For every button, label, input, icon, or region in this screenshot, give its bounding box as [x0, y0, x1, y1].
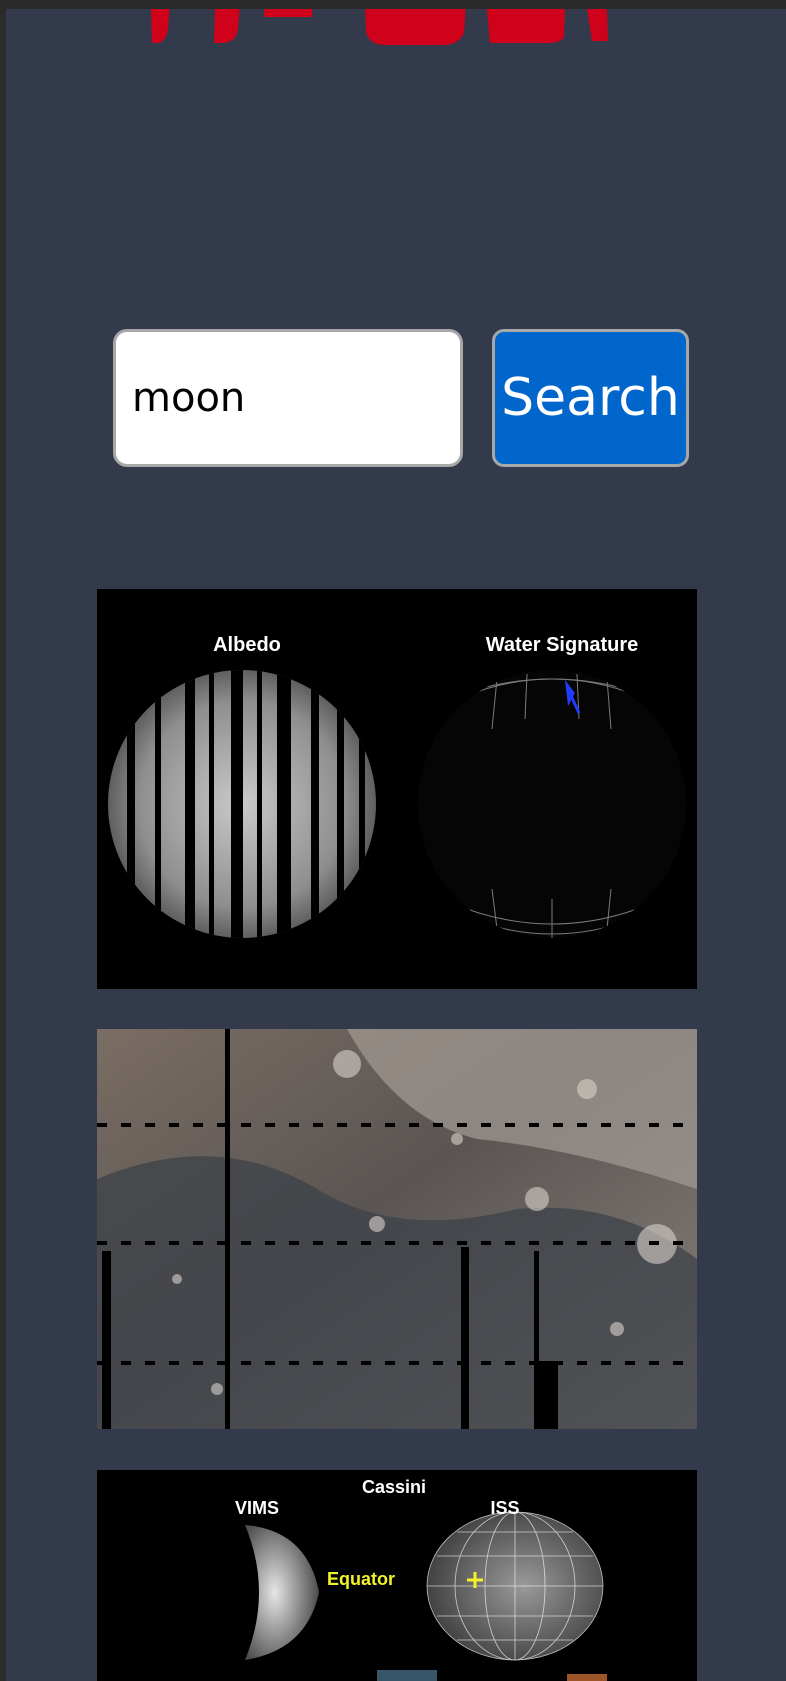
browser-viewport: Search — [0, 0, 786, 1681]
cassini-moon-image: Cassini VIMS ISS Equator — [97, 1470, 697, 1681]
moon-surface-mosaic-image — [97, 1029, 697, 1429]
search-bar: Search — [113, 329, 689, 469]
iss-label: ISS — [490, 1498, 519, 1518]
cassini-label: Cassini — [362, 1477, 426, 1497]
page: Search — [6, 9, 786, 1681]
result-image-1[interactable]: Albedo Water Signature — [97, 589, 697, 989]
water-signature-label: Water Signature — [486, 634, 639, 656]
result-image-2[interactable] — [97, 1029, 697, 1429]
search-input[interactable] — [113, 329, 463, 467]
albedo-label: Albedo — [213, 634, 281, 656]
site-logo — [150, 9, 608, 45]
result-image-3[interactable]: Cassini VIMS ISS Equator — [97, 1470, 697, 1681]
vims-label: VIMS — [235, 1498, 279, 1518]
moon-albedo-image: Albedo Water Signature — [97, 589, 697, 989]
search-button[interactable]: Search — [492, 329, 689, 467]
equator-label: Equator — [327, 1569, 395, 1589]
